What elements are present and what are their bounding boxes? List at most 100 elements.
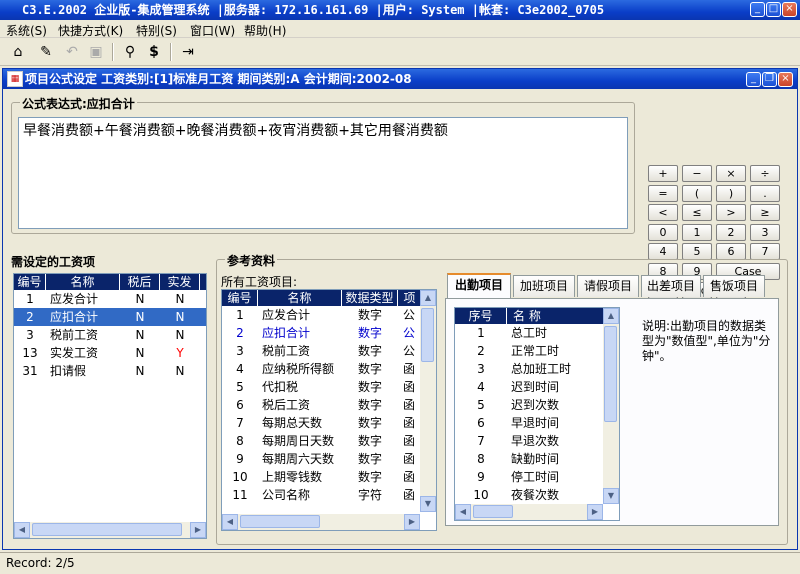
close-icon[interactable]: × xyxy=(778,72,793,87)
keypad-key[interactable]: 3 xyxy=(750,223,780,241)
dollar-icon[interactable]: $ xyxy=(144,42,164,62)
menu-special[interactable]: 特别(S) xyxy=(136,22,177,39)
table-row[interactable]: 10 夜餐次数 xyxy=(455,486,603,504)
col-name[interactable]: 名 称 xyxy=(507,308,605,324)
keypad-key[interactable]: 5 xyxy=(682,243,712,260)
scroll-down-icon[interactable]: ▼ xyxy=(603,488,619,504)
save-icon[interactable]: ▣ xyxy=(86,42,106,62)
reference-vscroll[interactable]: ▲ ▼ xyxy=(420,290,436,512)
menu-window[interactable]: 窗口(W) xyxy=(190,22,235,39)
table-row[interactable]: 3 总加班工时 xyxy=(455,360,603,378)
close-icon[interactable]: × xyxy=(782,2,797,17)
keypad-key[interactable]: ≤ xyxy=(682,204,712,221)
keypad-key[interactable]: + xyxy=(648,165,678,182)
table-row[interactable]: 5 代扣税 数字 函 xyxy=(222,378,420,396)
keypad-key[interactable]: > xyxy=(716,204,746,221)
table-row[interactable]: 31 扣请假 N N xyxy=(14,362,206,380)
col-name[interactable]: 名称 xyxy=(46,274,120,290)
attendance-hscroll[interactable]: ◀ ▶ xyxy=(455,504,603,520)
keypad-key[interactable]: = xyxy=(648,184,678,202)
scroll-thumb[interactable] xyxy=(240,515,320,528)
attendance-vscroll[interactable]: ▲ ▼ xyxy=(603,308,619,504)
keypad-key[interactable]: ÷ xyxy=(750,165,780,182)
table-row[interactable]: 5 迟到次数 xyxy=(455,396,603,414)
col-data-type[interactable]: 数据类型 xyxy=(342,290,398,306)
scroll-thumb[interactable] xyxy=(604,326,617,422)
keypad-key[interactable]: 7 xyxy=(750,243,780,260)
scroll-right-icon[interactable]: ▶ xyxy=(404,514,420,530)
table-row[interactable]: 2 正常工时 xyxy=(455,342,603,360)
keypad-key[interactable]: ≥ xyxy=(750,204,780,221)
table-row[interactable]: 8 缺勤时间 xyxy=(455,450,603,468)
col-item[interactable]: 项目 xyxy=(398,290,422,321)
table-row[interactable]: 1 应发合计 N N xyxy=(14,290,206,308)
scroll-left-icon[interactable]: ◀ xyxy=(455,504,471,520)
home-icon[interactable]: ⌂ xyxy=(8,42,28,62)
table-row[interactable]: 1 应发合计 数字 公 xyxy=(222,306,420,324)
table-row[interactable]: 2 应扣合计 数字 公 xyxy=(222,324,420,342)
table-row[interactable]: 13 实发工资 N Y xyxy=(14,344,206,362)
table-row[interactable]: 4 迟到时间 xyxy=(455,378,603,396)
search-icon[interactable]: ⚲ xyxy=(120,42,140,62)
formula-input[interactable]: 早餐消费额+午餐消费额+晚餐消费额+夜宵消费额+其它用餐消费额 xyxy=(18,117,628,229)
table-row[interactable]: 6 早退时间 xyxy=(455,414,603,432)
table-row[interactable]: 4 应纳税所得额 数字 函 xyxy=(222,360,420,378)
undo-icon[interactable]: ↶ xyxy=(62,42,82,62)
tab-meal[interactable]: 售饭项目 xyxy=(703,275,765,297)
keypad-key[interactable]: 0 xyxy=(648,223,678,241)
keypad-key[interactable]: 1 xyxy=(682,223,712,241)
scroll-thumb[interactable] xyxy=(473,505,513,518)
menu-system[interactable]: 系统(S) xyxy=(6,22,47,39)
maximize-icon[interactable]: □ xyxy=(766,2,781,17)
scroll-left-icon[interactable]: ◀ xyxy=(222,514,238,530)
exit-icon[interactable]: ⇥ xyxy=(178,42,198,62)
minimize-icon[interactable]: _ xyxy=(746,72,761,87)
keypad-key[interactable]: . xyxy=(750,184,780,202)
table-row[interactable]: 8 每期周日天数 数字 函 xyxy=(222,432,420,450)
tab-business-trip[interactable]: 出差项目 xyxy=(641,275,701,297)
keypad-key[interactable]: × xyxy=(716,165,746,182)
scroll-right-icon[interactable]: ▶ xyxy=(587,504,603,520)
table-row[interactable]: 7 早退次数 xyxy=(455,432,603,450)
table-row[interactable]: 11 公司名称 字符 函 xyxy=(222,486,420,504)
col-actual[interactable]: 实发 xyxy=(160,274,200,290)
scroll-thumb[interactable] xyxy=(421,308,434,362)
restore-icon[interactable]: ❐ xyxy=(762,72,777,87)
scroll-left-icon[interactable]: ◀ xyxy=(14,522,30,538)
table-row[interactable]: 3 税前工资 N N xyxy=(14,326,206,344)
keypad-key[interactable]: ) xyxy=(716,184,746,202)
reference-hscroll[interactable]: ◀ ▶ xyxy=(222,514,420,530)
table-row[interactable]: 3 税前工资 数字 公 xyxy=(222,342,420,360)
table-row[interactable]: 6 税后工资 数字 函 xyxy=(222,396,420,414)
edit-icon[interactable]: ✎ xyxy=(36,42,56,62)
menu-help[interactable]: 帮助(H) xyxy=(244,22,286,39)
scroll-down-icon[interactable]: ▼ xyxy=(420,496,436,512)
menu-shortcuts[interactable]: 快捷方式(K) xyxy=(58,22,123,39)
table-row[interactable]: 10 上期零钱数 数字 函 xyxy=(222,468,420,486)
table-row[interactable]: 9 每期周六天数 数字 函 xyxy=(222,450,420,468)
scroll-up-icon[interactable]: ▲ xyxy=(420,290,436,306)
keypad-key[interactable]: < xyxy=(648,204,678,221)
col-name[interactable]: 名称 xyxy=(258,290,342,306)
tab-overtime[interactable]: 加班项目 xyxy=(513,275,575,297)
col-after-tax[interactable]: 税后 xyxy=(120,274,160,290)
scroll-right-icon[interactable]: ▶ xyxy=(190,522,206,538)
table-row[interactable]: 2 应扣合计 N N xyxy=(14,308,206,326)
scroll-up-icon[interactable]: ▲ xyxy=(603,308,619,324)
keypad-key[interactable]: 2 xyxy=(716,223,746,241)
table-row[interactable]: 1 总工时 xyxy=(455,324,603,342)
minimize-icon[interactable]: _ xyxy=(750,2,765,17)
keypad-key[interactable]: − xyxy=(682,165,712,182)
keypad-key[interactable]: ( xyxy=(682,184,712,202)
scroll-thumb[interactable] xyxy=(32,523,182,536)
tab-attendance[interactable]: 出勤项目 xyxy=(447,273,511,298)
keypad-key[interactable]: 4 xyxy=(648,243,678,260)
col-number[interactable]: 编号 xyxy=(222,290,258,306)
col-seq[interactable]: 序号 xyxy=(455,308,507,324)
tab-leave[interactable]: 请假项目 xyxy=(577,275,639,297)
keypad-key[interactable]: 6 xyxy=(716,243,746,260)
table-row[interactable]: 9 停工时间 xyxy=(455,468,603,486)
items-hscroll[interactable]: ◀ ▶ xyxy=(14,522,206,538)
col-number[interactable]: 编号 xyxy=(14,274,46,290)
table-row[interactable]: 7 每期总天数 数字 函 xyxy=(222,414,420,432)
